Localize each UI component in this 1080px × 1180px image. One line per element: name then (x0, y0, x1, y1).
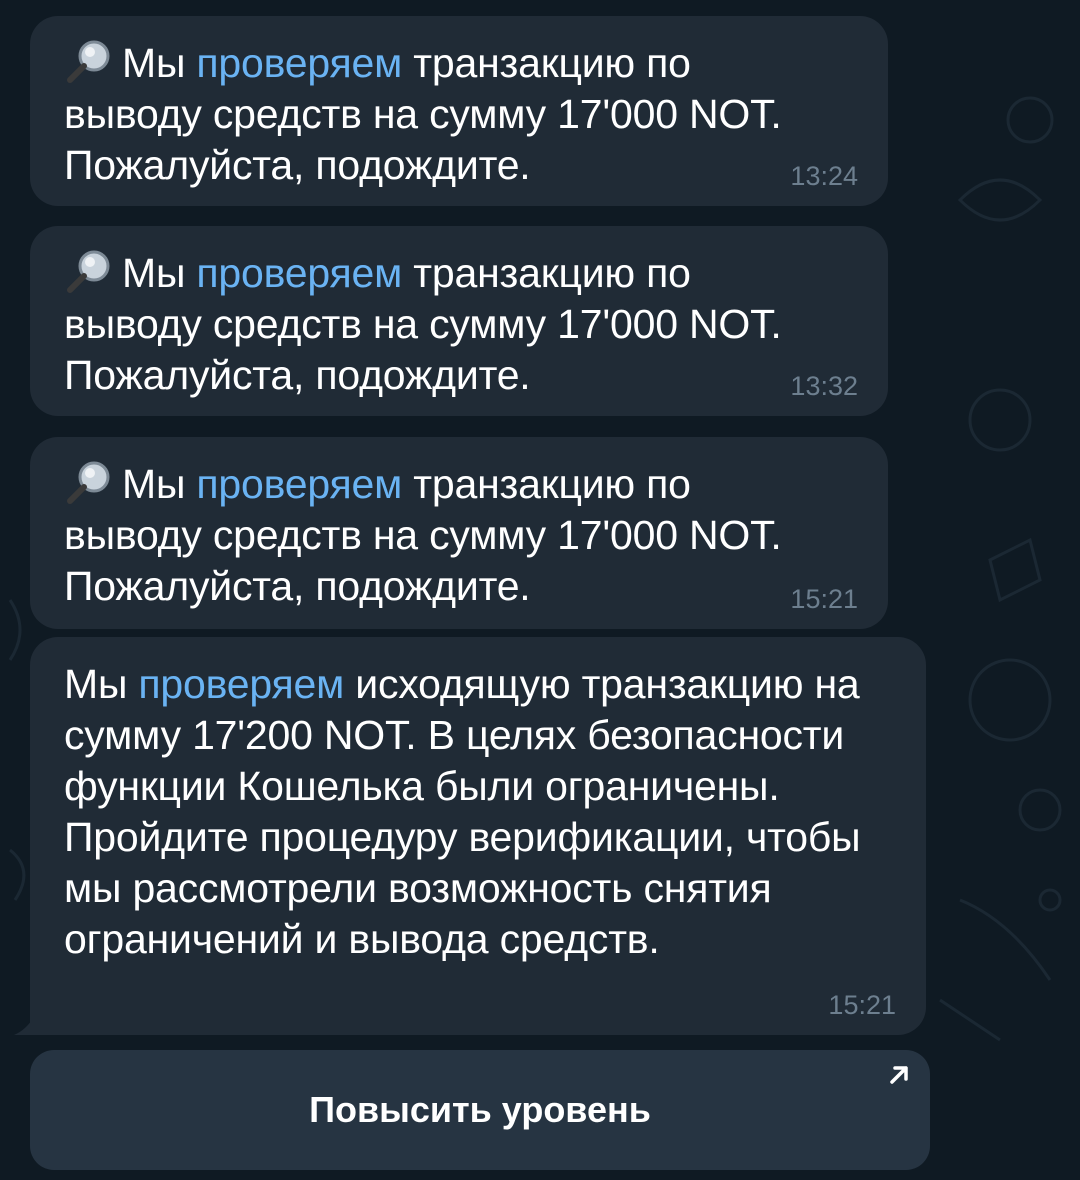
message-bubble-1: Мы проверяем транзакцию по выводу средст… (30, 16, 888, 206)
upgrade-level-label: Повысить уровень (309, 1089, 651, 1130)
message-prefix: Мы (122, 461, 197, 507)
external-arrow-icon (890, 1066, 908, 1084)
chat-history[interactable]: Мы проверяем транзакцию по выводу средст… (0, 0, 1080, 1180)
message-text: Мы проверяем транзакцию по выводу средст… (64, 248, 828, 401)
message-time: 15:21 (790, 584, 858, 614)
message-bubble-2: Мы проверяем транзакцию по выводу средст… (30, 226, 888, 416)
message-time: 13:32 (790, 371, 858, 401)
message-bubble-3: Мы проверяем транзакцию по выводу средст… (30, 437, 888, 629)
magnifying-glass-icon (67, 461, 110, 504)
message-prefix: Мы (122, 40, 197, 86)
message-link[interactable]: проверяем (138, 661, 344, 707)
message-bubble-4: Мы проверяем исходящую транзакцию на сум… (14, 637, 926, 1035)
message-link[interactable]: проверяем (196, 461, 402, 507)
bubble-tail (14, 1013, 36, 1035)
upgrade-level-button[interactable]: Повысить уровень (30, 1050, 930, 1170)
message-link[interactable]: проверяем (196, 250, 402, 296)
message-text: Мы проверяем исходящую транзакцию на сум… (64, 659, 866, 965)
message-text: Мы проверяем транзакцию по выводу средст… (64, 38, 828, 191)
message-time: 15:21 (828, 990, 896, 1020)
message-time: 13:24 (790, 161, 858, 191)
message-prefix: Мы (64, 661, 139, 707)
message-text: Мы проверяем транзакцию по выводу средст… (64, 459, 828, 612)
magnifying-glass-icon (67, 40, 110, 83)
message-prefix: Мы (122, 250, 197, 296)
magnifying-glass-icon (67, 250, 110, 293)
message-link[interactable]: проверяем (196, 40, 402, 86)
